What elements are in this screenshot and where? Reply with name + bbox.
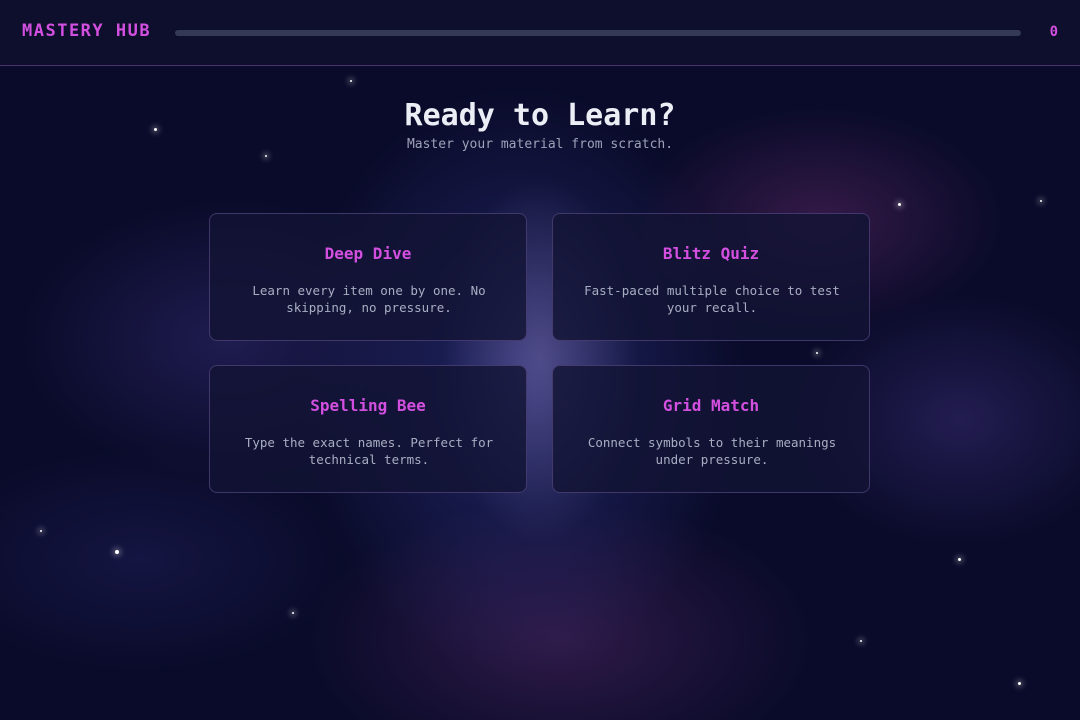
star [958,558,961,561]
top-bar: MASTERY HUB 0 [0,0,1080,66]
mode-card-spelling-bee[interactable]: Spelling Bee Type the exact names. Perfe… [209,365,527,493]
page-title: Ready to Learn? [404,98,676,133]
star [1040,200,1042,202]
score-counter: 0 [1049,24,1058,40]
mode-card-description: Connect symbols to their meanings under … [587,435,837,467]
app-title: MASTERY HUB [22,21,152,41]
mode-card-description: Fast-paced multiple choice to test your … [584,283,840,315]
star [265,155,267,157]
star [292,612,294,614]
star [898,203,901,206]
star [40,530,42,532]
mode-card-title: Spelling Bee [310,396,426,415]
page-subtitle: Master your material from scratch. [406,137,674,152]
star [860,640,862,642]
star [115,550,119,554]
star [1018,682,1021,685]
mode-card-deep-dive[interactable]: Deep Dive Learn every item one by one. N… [209,213,527,341]
mode-card-title: Grid Match [662,396,760,415]
mode-card-description: Type the exact names. Perfect for techni… [244,435,494,467]
mode-card-description: Learn every item one by one. No skipping… [252,283,486,315]
star [816,352,818,354]
mode-card-title: Deep Dive [324,244,412,263]
mode-card-blitz-quiz[interactable]: Blitz Quiz Fast-paced multiple choice to… [552,213,870,341]
progress-bar [175,30,1021,36]
mode-card-grid-match[interactable]: Grid Match Connect symbols to their mean… [552,365,870,493]
star [350,80,352,82]
mode-card-title: Blitz Quiz [662,244,760,263]
